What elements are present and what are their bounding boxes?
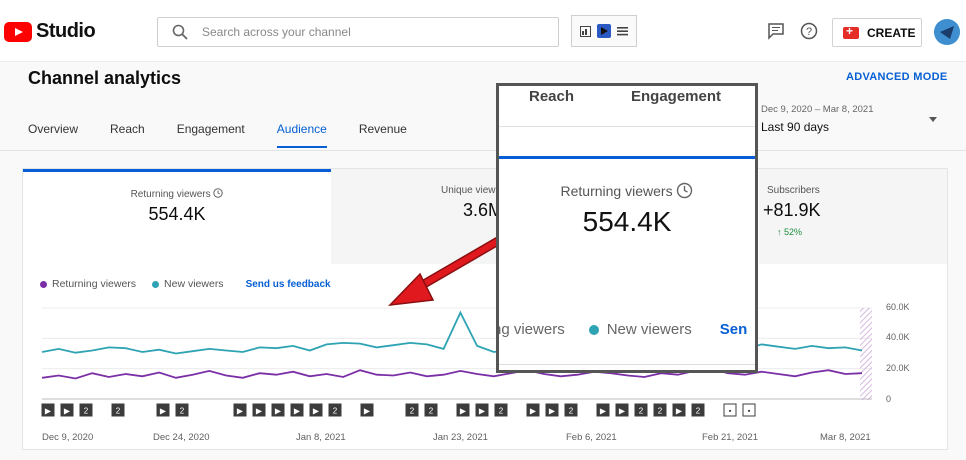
tab-audience[interactable]: Audience [276, 122, 327, 148]
zoom-tab-engagement: Engagement [631, 88, 722, 105]
search-placeholder: Search across your channel [202, 25, 351, 39]
zoom-feedback-partial: Sen [719, 321, 748, 338]
x-tick-label: Dec 24, 2020 [153, 432, 210, 443]
zoom-legend-returning: ng viewers [496, 321, 565, 338]
x-tick-label: Mar 8, 2021 [820, 432, 871, 443]
zoom-tab-reach: Reach [529, 88, 575, 105]
clock-icon [213, 188, 224, 198]
y-tick-label: 40.0K [886, 332, 910, 342]
play-mode-icon[interactable] [596, 24, 611, 38]
y-tick-label: 20.0K [886, 363, 910, 373]
zoom-metric-value: 554.4K [582, 206, 672, 237]
tab-revenue[interactable]: Revenue [359, 122, 407, 148]
create-label: CREATE [867, 25, 916, 40]
page-title: Channel analytics [28, 68, 182, 88]
view-mode-switch[interactable] [571, 15, 637, 47]
help-icon[interactable]: ? [800, 22, 818, 40]
advanced-mode-link[interactable]: ADVANCED MODE [846, 71, 947, 83]
y-tick-label: 0 [886, 394, 892, 404]
date-range-label: Last 90 days [761, 120, 830, 134]
zoom-legend-new: New viewers [606, 321, 692, 338]
clock-icon [677, 182, 693, 199]
metric-label: Subscribers [767, 185, 820, 196]
svg-text:?: ? [806, 26, 812, 38]
list-icon[interactable] [616, 24, 630, 38]
metric-delta: ↑ 52% [777, 227, 803, 237]
metric-value: 554.4K [148, 204, 206, 224]
metric-label: Unique view [441, 185, 496, 196]
zoom-legend: ng viewers New viewers Sen [496, 321, 748, 338]
avatar-logo-icon [934, 19, 960, 45]
legend-label: New viewers [164, 278, 224, 290]
tab-engagement[interactable]: Engagement [177, 122, 245, 148]
x-tick-label: Feb 21, 2021 [702, 432, 758, 443]
x-tick-label: Feb 6, 2021 [566, 432, 617, 443]
create-video-icon [843, 24, 859, 39]
zoom-active-indicator [499, 156, 755, 159]
logo-text: Studio [36, 20, 96, 42]
tab-reach[interactable]: Reach [110, 122, 145, 148]
avatar[interactable] [934, 19, 960, 45]
zoom-metric-label: Returning viewers [499, 182, 755, 199]
chevron-down-icon[interactable] [929, 117, 937, 122]
metric-subscribers[interactable]: Subscribers +81.9K ↑ 52% [759, 169, 947, 264]
date-range-selector[interactable]: Dec 9, 2020 – Mar 8, 2021 Last 90 days [761, 104, 874, 134]
search-input[interactable]: Search across your channel [157, 17, 559, 47]
metric-value: +81.9K [763, 200, 821, 220]
metric-returning-viewers[interactable]: Returning viewers 554.4K [23, 169, 331, 264]
analytics-icon[interactable] [578, 24, 592, 38]
tabs-divider [0, 150, 966, 151]
studio-logo[interactable]: Studio [4, 20, 96, 43]
legend-dot [152, 280, 160, 288]
metric-value: 3.6M [463, 200, 504, 220]
x-tick-label: Dec 9, 2020 [42, 432, 94, 443]
metrics-card: Returning viewers 554.4K Unique view 3.6… [22, 168, 948, 450]
x-tick-label: Jan 23, 2021 [433, 432, 488, 443]
y-tick-label: 60.0K [886, 302, 910, 312]
chart-legend: Returning viewers New viewers Send us fe… [40, 278, 331, 290]
legend-label: Returning viewers [52, 278, 137, 290]
legend-new: New viewers [152, 278, 224, 290]
legend-dot [40, 280, 47, 288]
youtube-play-icon [4, 21, 32, 42]
legend-returning: Returning viewers [40, 278, 136, 290]
x-tick-label: Jan 8, 2021 [296, 432, 346, 443]
analytics-tabs: Overview Reach Engagement Audience Reven… [28, 122, 439, 148]
tab-overview[interactable]: Overview [28, 122, 78, 148]
search-icon [172, 24, 188, 40]
create-button[interactable]: CREATE [832, 18, 922, 47]
zoom-divider [499, 126, 755, 127]
studio-page: Studio Search across your channel ? CREA… [0, 0, 966, 460]
top-bar: Studio Search across your channel ? CREA… [0, 0, 966, 62]
date-range-dates: Dec 9, 2020 – Mar 8, 2021 [761, 104, 874, 115]
feedback-icon[interactable] [767, 22, 785, 40]
legend-dot [588, 324, 599, 335]
metric-unique-viewers[interactable]: Unique view 3.6M [331, 169, 504, 264]
zoom-tabs: Reach Engagement [499, 86, 755, 126]
zoom-bottom-divider [499, 364, 755, 365]
metric-label: Returning viewers [23, 188, 331, 200]
zoom-callout: Reach Engagement Returning viewers 554.4… [496, 83, 758, 373]
send-feedback-link[interactable]: Send us feedback [246, 279, 331, 290]
